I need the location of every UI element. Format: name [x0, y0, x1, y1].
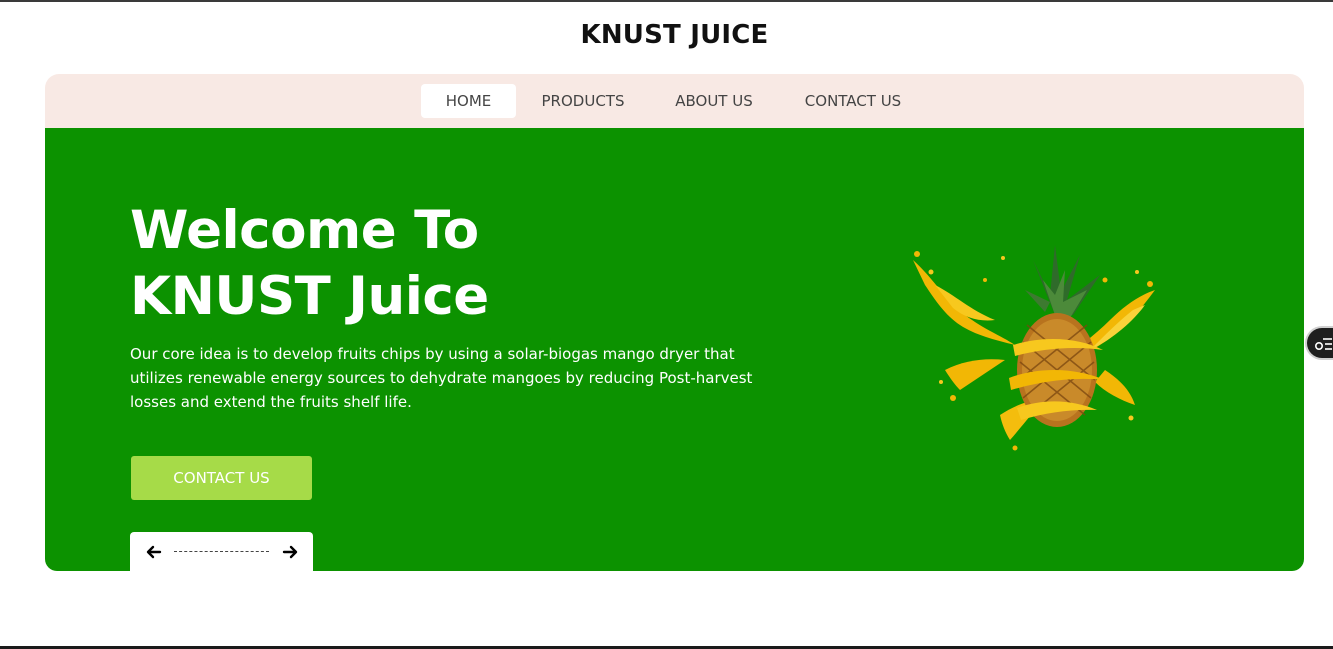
nav-item-about-us[interactable]: ABOUT US [665, 84, 763, 118]
nav-item-products[interactable]: PRODUCTS [533, 84, 633, 118]
pineapple-juice-splash-image [905, 240, 1160, 455]
nav-item-home[interactable]: HOME [421, 84, 516, 118]
hero-description: Our core idea is to develop fruits chips… [130, 345, 753, 411]
slider-controls [130, 532, 313, 571]
accessibility-menu-icon [1314, 338, 1332, 351]
accessibility-menu-button[interactable] [1305, 326, 1333, 360]
contact-us-button[interactable]: CONTACT US [131, 456, 312, 500]
slider-progress-track [174, 551, 269, 552]
hero-title-line1: Welcome To [130, 200, 479, 261]
arrow-right-icon[interactable] [280, 542, 300, 562]
hero-banner: Welcome To KNUST Juice Our core idea is … [45, 128, 1304, 571]
arrow-left-icon[interactable] [144, 542, 164, 562]
main-nav: HOME PRODUCTS ABOUT US CONTACT US [45, 74, 1304, 128]
nav-item-contact-us[interactable]: CONTACT US [793, 84, 913, 118]
hero-title-line2: KNUST Juice [130, 266, 489, 327]
top-border [0, 0, 1333, 2]
hero-title: Welcome To KNUST Juice [130, 198, 690, 330]
site-title: KNUST JUICE [580, 20, 769, 50]
